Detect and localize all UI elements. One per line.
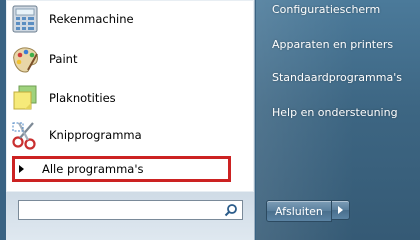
program-item-calculator[interactable]: Rekenmachine — [6, 0, 254, 38]
right-item-help-support[interactable]: Help en ondersteuning — [272, 106, 398, 119]
program-label: Knipprogramma — [49, 128, 142, 142]
shutdown-label: Afsluiten — [275, 204, 323, 218]
right-item-default-programs[interactable]: Standaardprogramma's — [272, 71, 402, 84]
right-item-control-panel[interactable]: Configuratiescherm — [272, 3, 380, 16]
program-label: Rekenmachine — [49, 12, 134, 26]
search-icon[interactable] — [224, 203, 238, 217]
all-programs-label: Alle programma's — [42, 162, 144, 176]
right-item-devices-printers[interactable]: Apparaten en printers — [272, 38, 393, 51]
shutdown-options-button[interactable] — [331, 200, 350, 220]
calculator-icon — [12, 5, 38, 33]
all-programs-button[interactable]: Alle programma's — [12, 156, 231, 182]
right-item-label: Configuratiescherm — [272, 3, 381, 16]
program-item-snipping-tool[interactable]: Knipprogramma — [6, 116, 254, 154]
search-area — [6, 192, 255, 240]
right-item-label: Standaardprogramma's — [272, 71, 402, 84]
expand-arrow-icon — [19, 165, 24, 173]
program-label: Plaknotities — [49, 91, 116, 105]
program-item-paint[interactable]: Paint — [6, 40, 254, 78]
search-input[interactable] — [18, 200, 243, 220]
paint-palette-icon — [13, 47, 38, 73]
right-item-label: Apparaten en printers — [272, 38, 394, 51]
arrow-right-icon — [337, 206, 343, 214]
shutdown-button[interactable]: Afsluiten — [266, 200, 332, 222]
program-item-sticky-notes[interactable]: Plaknotities — [6, 79, 254, 117]
shutdown-group: Afsluiten — [266, 200, 350, 222]
program-label: Paint — [49, 52, 78, 66]
snipping-tool-icon — [12, 122, 36, 150]
right-item-label: Help en ondersteuning — [272, 106, 398, 119]
sticky-notes-icon — [13, 85, 37, 110]
